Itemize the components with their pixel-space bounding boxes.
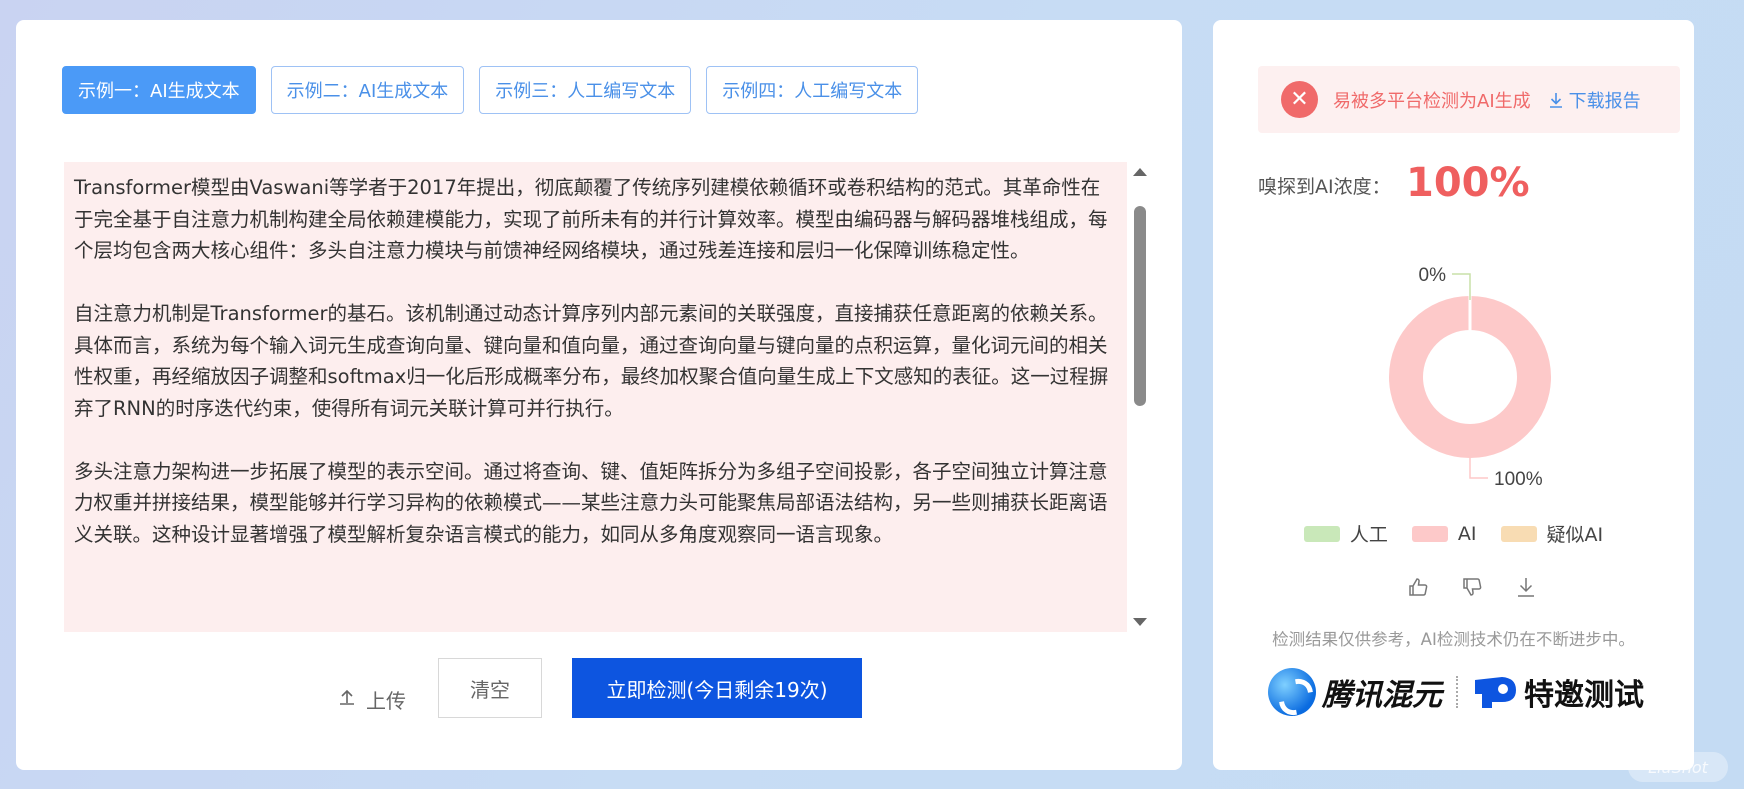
brand-name: 腾讯混元 <box>1322 678 1442 713</box>
tab-example-4[interactable]: 示例四：人工编写文本 <box>706 66 919 114</box>
invite-logo-icon <box>1475 677 1516 708</box>
legend-swatch-suspect-ai <box>1500 525 1537 542</box>
download-report-link[interactable]: 下载报告 <box>1549 87 1641 113</box>
text-input-area: Transformer模型由Vaswani等学者于2017年提出，彻底颠覆了传统… <box>64 162 1147 632</box>
brand-divider <box>1456 676 1458 708</box>
clear-button[interactable]: 清空 <box>438 658 542 718</box>
upload-icon <box>338 687 356 711</box>
input-panel: 示例一：AI生成文本 示例二：AI生成文本 示例三：人工编写文本 示例四：人工编… <box>16 20 1182 770</box>
close-circle-icon: ✕ <box>1281 81 1318 118</box>
legend-item-ai[interactable]: AI <box>1411 520 1477 547</box>
feedback-actions <box>1406 575 1538 599</box>
text-scrollbar[interactable] <box>1132 162 1148 632</box>
detect-button[interactable]: 立即检测(今日剩余19次) <box>572 658 862 718</box>
text-input[interactable]: Transformer模型由Vaswani等学者于2017年提出，彻底颠覆了传统… <box>64 162 1127 632</box>
tab-example-2[interactable]: 示例二：AI生成文本 <box>270 66 465 114</box>
thumbs-up-icon[interactable] <box>1406 575 1430 599</box>
scroll-thumb[interactable] <box>1134 206 1146 406</box>
legend-swatch-ai <box>1411 525 1448 542</box>
result-panel: ✕ 易被多平台检测为AI生成 下载报告 嗅探到AI浓度： 100% 0% 100%… <box>1213 20 1694 770</box>
legend-item-suspect-ai[interactable]: 疑似AI <box>1500 520 1604 547</box>
legend-label-ai: AI <box>1457 522 1477 545</box>
scroll-up-arrow-icon[interactable] <box>1133 168 1147 176</box>
paragraph-2: 自注意力机制是Transformer的基石。该机制通过动态计算序列内部元素间的关… <box>74 302 1109 420</box>
ai-ratio-donut-chart: 0% 100% <box>1389 265 1551 490</box>
upload-label: 上传 <box>366 688 406 713</box>
brand-footer: 腾讯混元 特邀测试 <box>1268 668 1644 716</box>
alert-text: 易被多平台检测为AI生成 <box>1333 90 1531 112</box>
disclaimer-text: 检测结果仅供参考，AI检测技术仍在不断进步中。 <box>1272 630 1635 649</box>
scroll-down-arrow-icon[interactable] <box>1133 618 1147 626</box>
legend-label-suspect-ai: 疑似AI <box>1546 524 1604 546</box>
upload-button[interactable]: 上传 <box>338 675 406 723</box>
thumbs-down-icon[interactable] <box>1460 575 1484 599</box>
paragraph-1: Transformer模型由Vaswani等学者于2017年提出，彻底颠覆了传统… <box>74 176 1108 262</box>
label-ai-percent: 100% <box>1494 469 1543 490</box>
invite-text: 特邀测试 <box>1524 678 1644 713</box>
download-icon <box>1549 92 1562 108</box>
tab-example-1[interactable]: 示例一：AI生成文本 <box>62 66 256 114</box>
result-alert: ✕ 易被多平台检测为AI生成 下载报告 <box>1258 66 1680 133</box>
download-report-label: 下载报告 <box>1568 90 1641 112</box>
tab-example-3[interactable]: 示例三：人工编写文本 <box>479 66 692 114</box>
legend-item-human[interactable]: 人工 <box>1303 520 1388 547</box>
download-icon[interactable] <box>1514 575 1538 599</box>
concentration-label: 嗅探到AI浓度： <box>1258 176 1391 198</box>
example-tabs: 示例一：AI生成文本 示例二：AI生成文本 示例三：人工编写文本 示例四：人工编… <box>62 66 919 114</box>
screenshot-watermark: LiuShot <box>1628 752 1728 782</box>
label-human-percent: 0% <box>1419 265 1447 286</box>
legend-label-human: 人工 <box>1349 524 1388 546</box>
concentration-value: 100% <box>1406 160 1530 206</box>
paragraph-3: 多头注意力架构进一步拓展了模型的表示空间。通过将查询、键、值矩阵拆分为多组子空间… <box>74 459 1108 546</box>
chart-legend: 人工 AI 疑似AI <box>1213 520 1694 547</box>
legend-swatch-human <box>1303 525 1340 542</box>
hunyuan-logo-icon <box>1268 668 1316 716</box>
